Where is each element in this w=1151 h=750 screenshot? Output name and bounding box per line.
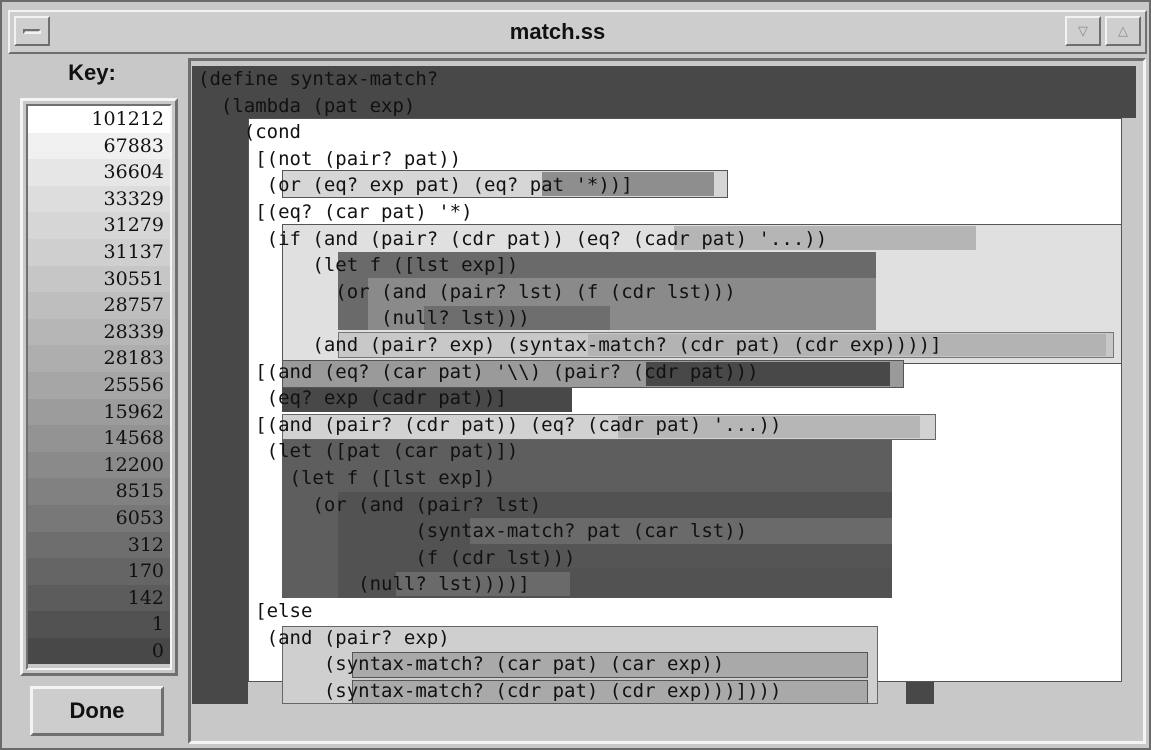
key-legend-list: 101212 67883 36604 33329 31279 31137 30551 2875… (26, 104, 172, 670)
key-label: Key: (68, 60, 116, 85)
key-entry: 36604 (28, 159, 170, 186)
key-entry: 14568 (28, 425, 170, 452)
window-menu-icon (23, 29, 41, 34)
key-entry: 67883 (28, 132, 170, 160)
key-entry: 12200 (28, 451, 170, 479)
code-line: (and (pair? exp) (198, 626, 450, 649)
code-line: [(and (pair? (cdr pat)) (eq? (cadr pat) … (198, 413, 782, 436)
key-entry: 170 (28, 558, 170, 585)
profile-block (906, 682, 934, 704)
code-line: (or (eq? exp pat) (eq? pat '*))] (198, 174, 633, 197)
key-entry: 8515 (28, 478, 170, 505)
key-entry: 312 (28, 531, 170, 559)
code-line: [else (198, 600, 313, 622)
code-line: [(and (eq? (car pat) '\\) (pair? (cdr pa… (198, 360, 759, 383)
minimize-button[interactable]: ▽ (1065, 16, 1101, 46)
code-line: (let f ([lst exp]) (198, 467, 496, 489)
code-line: (syntax-match? (cdr pat) (cdr exp)))]))) (198, 679, 782, 702)
code-line: (null? lst))) (198, 307, 530, 330)
code-line: (syntax-match? pat (car lst)) (198, 520, 748, 543)
code-line: [(eq? (car pat) '*) (198, 201, 473, 223)
key-entry: 28183 (28, 345, 170, 372)
key-entry: 101212 (28, 106, 170, 133)
key-entry: 0 (28, 637, 170, 665)
code-line: (let ([pat (car pat)]) (198, 440, 519, 463)
key-entry: 15962 (28, 398, 170, 426)
code-line: (if (and (pair? (cdr pat)) (eq? (cadr pa… (198, 227, 828, 250)
code-line: (let f ([lst exp]) (198, 254, 519, 277)
code-line: (and (pair? exp) (syntax-match? (cdr pat… (198, 334, 942, 356)
code-line: (syntax-match? (car pat) (car exp)) (198, 653, 725, 676)
code-line: (eq? exp (cadr pat))] (198, 387, 507, 410)
code-line: (or (and (pair? lst) (f (cdr lst))) (198, 280, 736, 303)
key-entry: 6053 (28, 504, 170, 532)
window-title: match.ss (509, 19, 606, 44)
triangle-up-icon: △ (1118, 23, 1128, 39)
key-entry: 31279 (28, 212, 170, 239)
key-entry: 25556 (28, 371, 170, 399)
code-line: (lambda (pat exp) (198, 94, 416, 117)
code-view[interactable]: (define syntax-match? (lambda (pat exp) … (192, 62, 1142, 712)
window-menu-button[interactable] (14, 16, 50, 46)
code-line: (define syntax-match? (198, 68, 439, 90)
triangle-down-icon: ▽ (1078, 23, 1088, 39)
code-line: (f (cdr lst))) (198, 546, 576, 569)
done-button[interactable]: Done (30, 686, 164, 736)
key-entry: 1 (28, 611, 170, 638)
title-bar[interactable]: match.ss ▽ △ (8, 10, 1147, 54)
app-window: match.ss ▽ △ Key: 101212 67883 36604 33329 3… (0, 0, 1151, 750)
key-entry: 28339 (28, 318, 170, 346)
key-entry: 33329 (28, 185, 170, 213)
maximize-button[interactable]: △ (1105, 16, 1141, 46)
code-line: [(not (pair? pat)) (198, 147, 462, 170)
code-line: (null? lst))))] (198, 573, 530, 596)
code-line: (cond (198, 121, 301, 144)
key-entry: 28757 (28, 292, 170, 319)
key-entry: 31137 (28, 238, 170, 266)
key-entry: 30551 (28, 265, 170, 293)
key-legend: 101212 67883 36604 33329 31279 31137 30551 2875… (20, 98, 178, 676)
key-entry: 142 (28, 584, 170, 612)
code-line: (or (and (pair? lst) (198, 493, 542, 516)
